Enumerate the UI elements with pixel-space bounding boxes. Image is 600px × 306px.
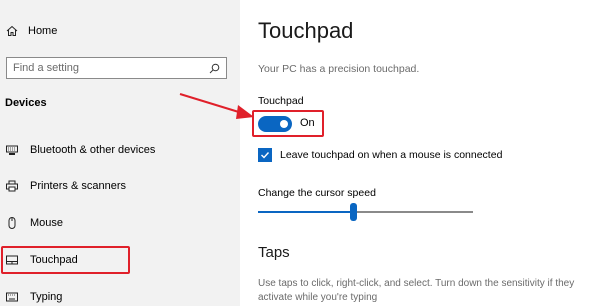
touchpad-setting-label: Touchpad bbox=[258, 95, 304, 107]
sidebar-item-label: Bluetooth & other devices bbox=[30, 144, 156, 156]
taps-section-title: Taps bbox=[258, 244, 290, 261]
annotation-highlight-touchpad bbox=[1, 246, 130, 274]
checkmark-icon bbox=[261, 152, 270, 159]
sidebar-item-label: Mouse bbox=[30, 217, 64, 229]
search-input[interactable]: Find a setting bbox=[6, 57, 227, 79]
cursor-speed-slider-thumb[interactable] bbox=[350, 203, 357, 221]
sidebar-item-printers[interactable]: Printers & scanners bbox=[4, 175, 234, 197]
taps-description: Use taps to click, right-click, and sele… bbox=[258, 278, 575, 303]
bluetooth-devices-icon bbox=[6, 145, 18, 155]
checkbox-label: Leave touchpad on when a mouse is connec… bbox=[280, 149, 503, 161]
home-icon bbox=[6, 25, 18, 36]
home-label: Home bbox=[28, 25, 58, 37]
annotation-arrow-icon bbox=[179, 93, 254, 119]
sidebar-item-typing[interactable]: Typing bbox=[4, 286, 234, 306]
sidebar-item-mouse[interactable]: Mouse bbox=[4, 212, 234, 234]
page-title: Touchpad bbox=[258, 18, 354, 43]
cursor-speed-slider-fill bbox=[258, 211, 353, 213]
toggle-knob bbox=[280, 120, 288, 128]
touchpad-toggle[interactable] bbox=[258, 116, 292, 132]
search-placeholder: Find a setting bbox=[13, 62, 80, 74]
home-nav-item[interactable]: Home bbox=[6, 25, 57, 37]
mouse-icon bbox=[8, 217, 16, 229]
section-title-devices: Devices bbox=[5, 97, 47, 109]
sidebar-item-label: Printers & scanners bbox=[30, 180, 126, 192]
leave-touchpad-on-checkbox[interactable] bbox=[258, 148, 272, 162]
keyboard-icon bbox=[6, 292, 18, 302]
toggle-state-label: On bbox=[300, 117, 315, 129]
cursor-speed-label: Change the cursor speed bbox=[258, 187, 376, 199]
sidebar-item-bluetooth[interactable]: Bluetooth & other devices bbox=[4, 139, 234, 161]
search-icon[interactable] bbox=[209, 63, 220, 74]
sidebar-item-label: Typing bbox=[30, 291, 63, 303]
page-subtitle: Your PC has a precision touchpad. bbox=[258, 63, 420, 75]
printer-icon bbox=[6, 180, 18, 192]
sidebar: Home Find a setting Devices Bluetooth & … bbox=[0, 0, 240, 306]
